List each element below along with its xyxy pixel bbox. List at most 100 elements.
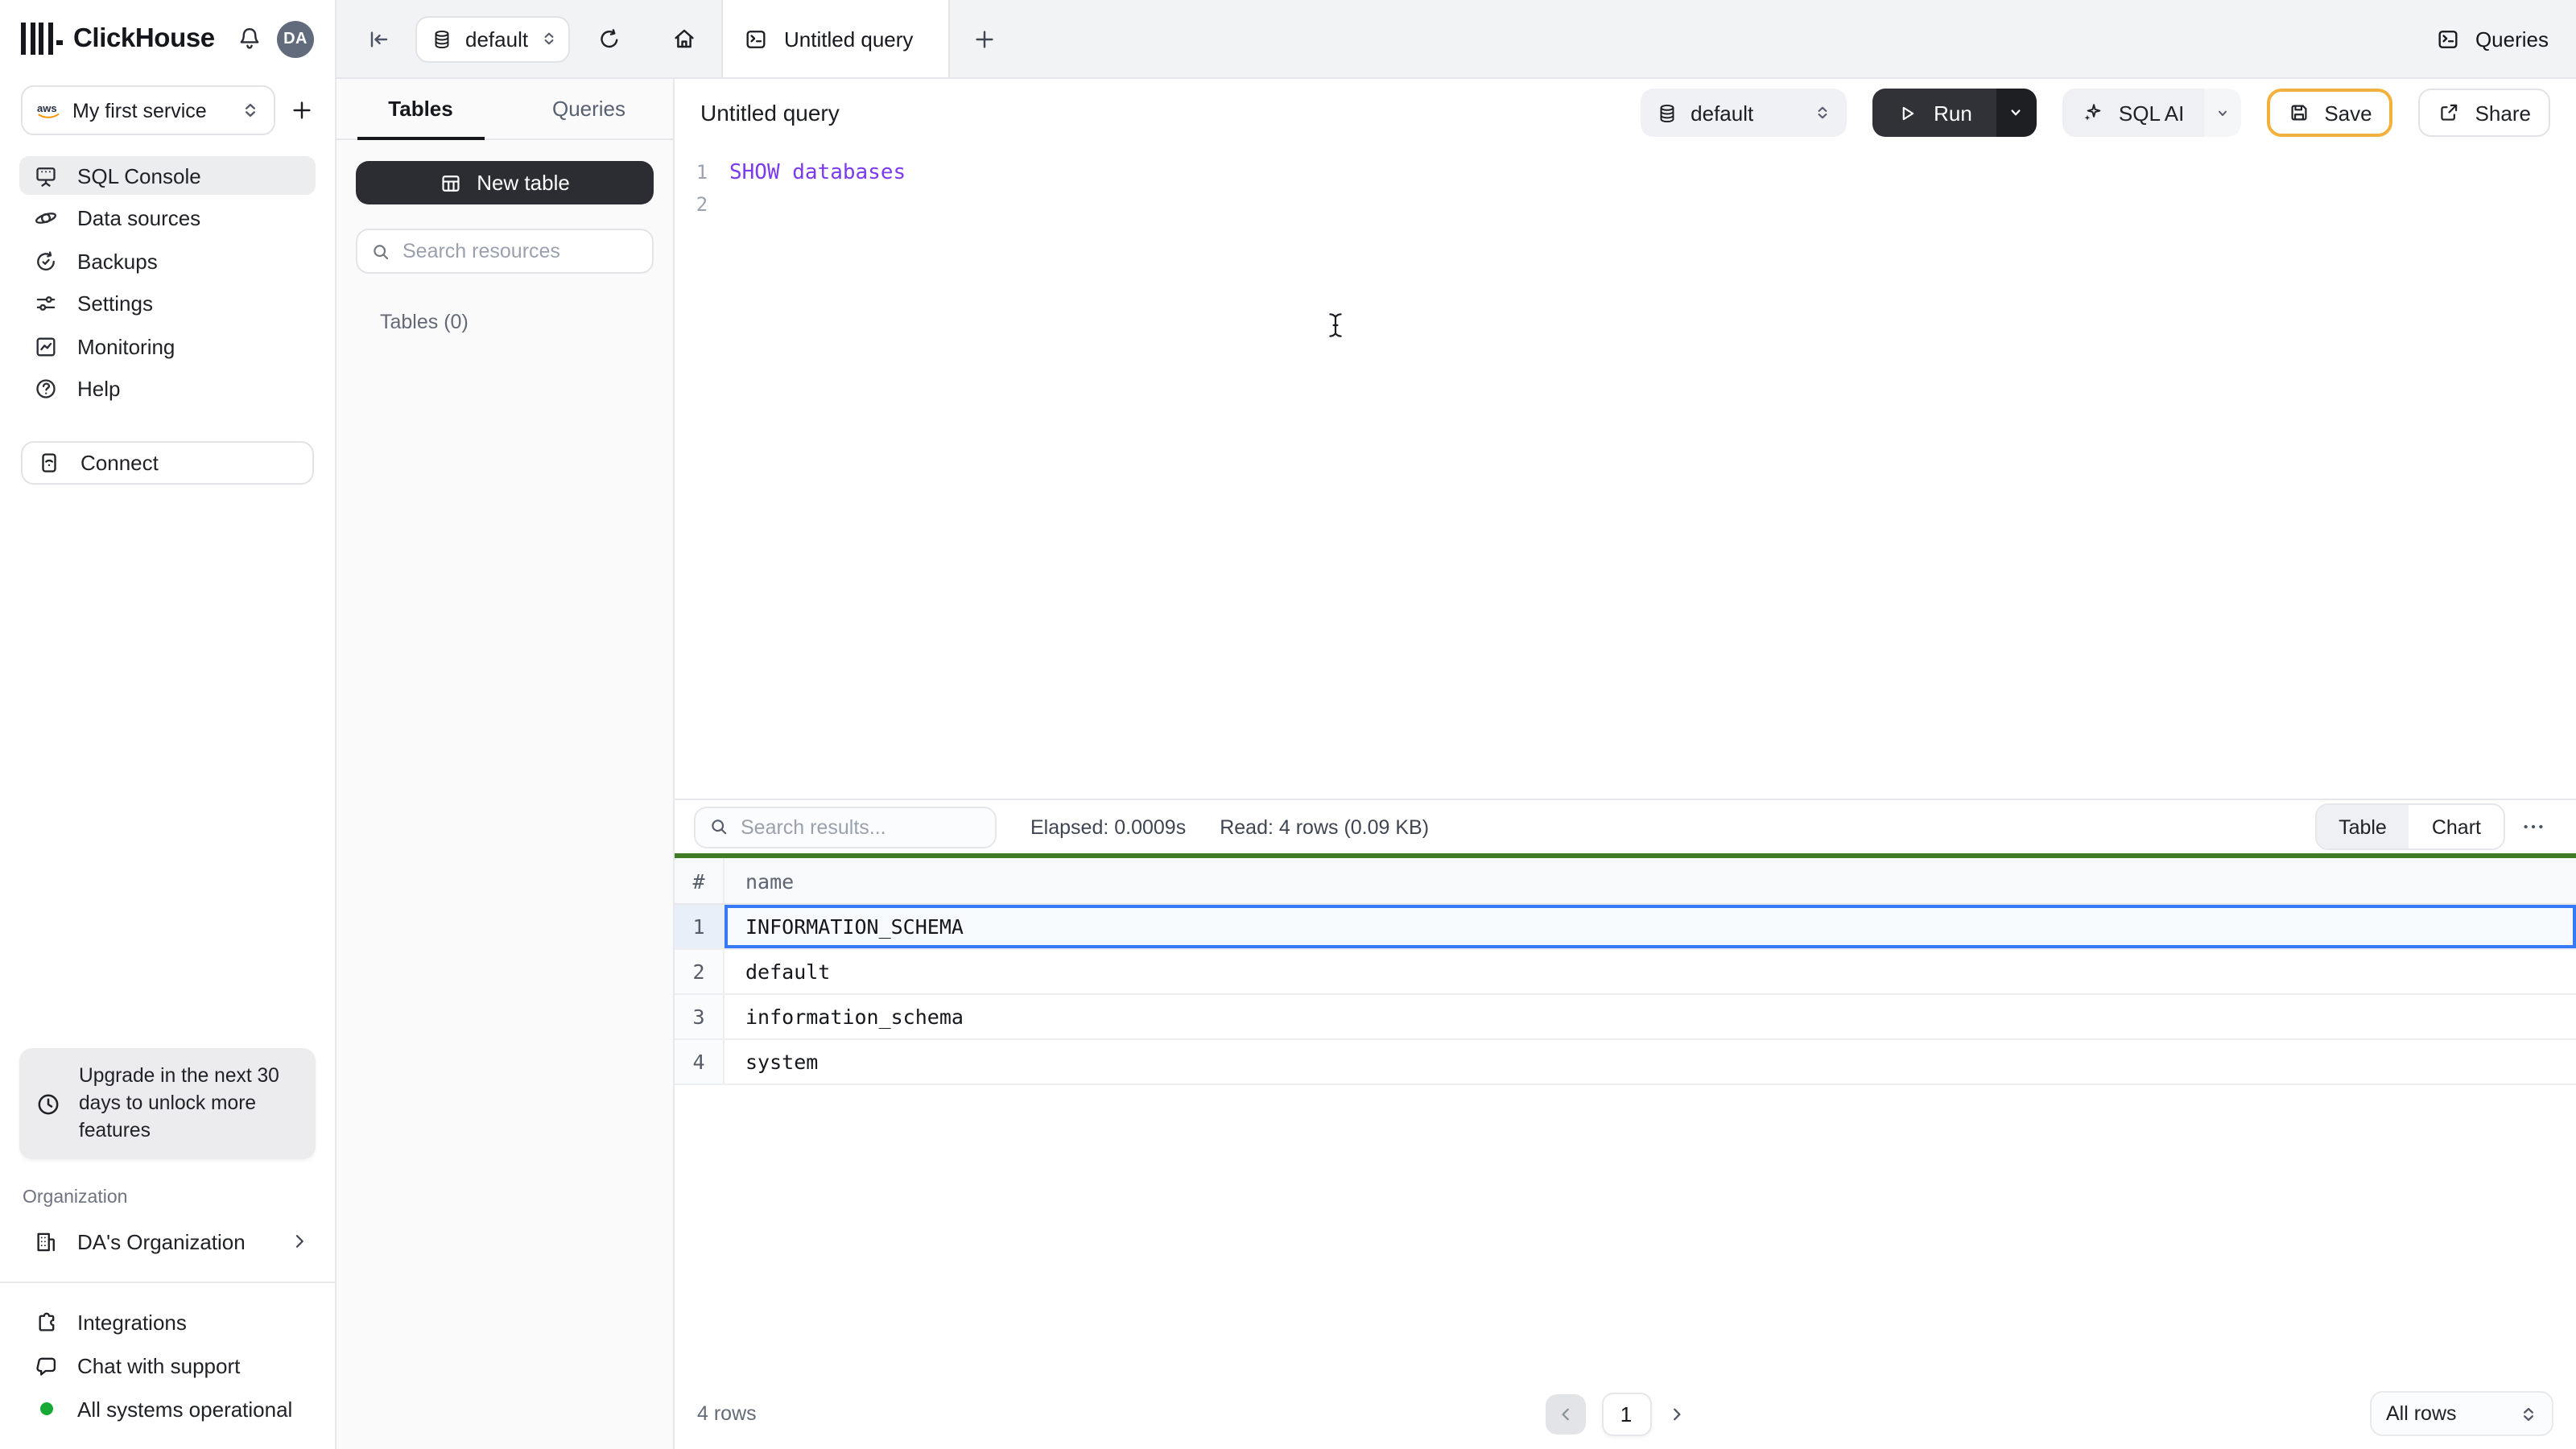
queries-button[interactable]: Queries [2437, 27, 2549, 51]
code-line: 1 SHOW databases [675, 156, 2576, 188]
table-row[interactable]: 2 default [675, 950, 2576, 995]
app-name: ClickHouse [73, 23, 215, 52]
current-page[interactable]: 1 [1601, 1392, 1651, 1435]
page-size-selector[interactable]: All rows [2370, 1391, 2553, 1436]
tab-tables-label: Tables [388, 97, 453, 121]
clock-icon [35, 1091, 61, 1117]
table-row[interactable]: 1 INFORMATION_SCHEMA [675, 905, 2576, 950]
line-number: 1 [696, 161, 708, 184]
svg-text:aws: aws [37, 102, 57, 114]
tab-queries[interactable]: Queries [505, 79, 673, 138]
view-table-label: Table [2339, 815, 2387, 838]
aws-icon: aws [37, 101, 61, 119]
sql-ai-button[interactable]: SQL AI [2062, 89, 2204, 137]
sidebar-item-monitoring[interactable]: Monitoring [19, 327, 316, 365]
sidebar-item-settings[interactable]: Settings [19, 284, 316, 323]
search-results-box [694, 806, 997, 848]
console-monitor-icon [34, 163, 58, 188]
organization-name: DA's Organization [77, 1229, 246, 1253]
sidebar-item-backups[interactable]: Backups [19, 242, 316, 280]
footer-item-label: All systems operational [77, 1397, 293, 1421]
chevron-updown-icon [1814, 105, 1831, 121]
next-page-button[interactable] [1667, 1405, 1685, 1422]
integrations-link[interactable]: Integrations [19, 1301, 316, 1343]
search-resources-input[interactable] [402, 240, 639, 262]
run-options-button[interactable] [1996, 89, 2037, 137]
sparkles-icon [2082, 101, 2104, 124]
sidebar-footer: Integrations Chat with support All syste… [0, 1283, 335, 1449]
new-table-button[interactable]: New table [356, 161, 654, 204]
editor-database-selector[interactable]: default [1641, 89, 1847, 137]
tab-queries-label: Queries [551, 97, 626, 121]
explorer-tabs: Tables Queries [336, 79, 673, 140]
results-toolbar: Elapsed: 0.0009s Read: 4 rows (0.09 KB) … [675, 800, 2576, 853]
database-selector[interactable]: default [415, 15, 570, 62]
sidebar-item-help[interactable]: Help [19, 369, 316, 408]
collapse-sidebar-icon[interactable] [367, 27, 391, 51]
sidebar-item-sql-console[interactable]: SQL Console [19, 156, 316, 195]
table-row[interactable]: 3 information_schema [675, 995, 2576, 1040]
column-header-name[interactable]: name [724, 858, 2576, 903]
upgrade-notice[interactable]: Upgrade in the next 30 days to unlock mo… [19, 1048, 316, 1159]
tab-strip: default Untitled query Queries [336, 0, 2576, 79]
search-icon [708, 816, 729, 837]
chat-support-link[interactable]: Chat with support [19, 1344, 316, 1386]
system-status[interactable]: All systems operational [19, 1388, 316, 1430]
chevron-updown-icon [242, 101, 259, 119]
user-avatar[interactable]: DA [277, 20, 314, 57]
sql-editor[interactable]: 1 SHOW databases 2 [675, 147, 2576, 799]
tab-tables[interactable]: Tables [336, 79, 505, 140]
sidebar-item-data-sources[interactable]: Data sources [19, 199, 316, 237]
query-workspace: Untitled query default Run SQL AI Save S… [675, 79, 2576, 1449]
previous-page-button[interactable] [1545, 1393, 1585, 1434]
share-button[interactable]: Share [2418, 89, 2550, 137]
chat-bubble-icon [34, 1353, 58, 1377]
sql-ai-label: SQL AI [2118, 101, 2185, 125]
sidebar-item-label: SQL Console [77, 163, 201, 188]
line-number: 2 [696, 193, 708, 216]
page-size-label: All rows [2386, 1402, 2457, 1425]
text-cursor-ibeam [1328, 312, 1343, 338]
row-value[interactable]: INFORMATION_SCHEMA [724, 905, 2576, 948]
row-value[interactable]: default [724, 950, 2576, 993]
new-tab-button[interactable] [972, 27, 997, 51]
database-name: default [465, 27, 529, 51]
view-toggle-chart[interactable]: Chart [2409, 805, 2504, 848]
connect-button[interactable]: Connect [21, 440, 314, 484]
column-header-index[interactable]: # [675, 858, 724, 903]
editor-database-name: default [1690, 101, 1754, 125]
share-icon [2438, 101, 2461, 124]
table-row[interactable]: 4 system [675, 1040, 2576, 1085]
row-count: 4 rows [697, 1402, 757, 1425]
row-index: 4 [675, 1040, 724, 1084]
sql-ai-options-button[interactable] [2203, 89, 2241, 137]
view-chart-label: Chart [2431, 815, 2481, 838]
upgrade-notice-text: Upgrade in the next 30 days to unlock mo… [79, 1064, 279, 1142]
row-value[interactable]: information_schema [724, 995, 2576, 1038]
search-results-input[interactable] [741, 815, 982, 838]
add-service-button[interactable] [290, 98, 314, 122]
row-value[interactable]: system [724, 1040, 2576, 1084]
view-toggle-table[interactable]: Table [2316, 805, 2409, 848]
terminal-icon [2437, 27, 2461, 51]
database-icon [1657, 102, 1678, 123]
notifications-bell-icon[interactable] [237, 26, 262, 52]
service-selector[interactable]: aws My first service [21, 85, 275, 135]
view-toggle: Table Chart [2314, 803, 2505, 850]
run-button[interactable]: Run [1872, 89, 1996, 137]
content-row: Tables Queries New table Search resource… [336, 79, 2576, 1449]
home-icon[interactable] [671, 26, 697, 52]
table-grid-icon [440, 171, 462, 194]
tab-untitled-query[interactable]: Untitled query [721, 0, 950, 77]
refresh-icon[interactable] [597, 27, 621, 51]
sidebar: ClickHouse DA aws My first service SQL C… [0, 0, 336, 1449]
save-button[interactable]: Save [2266, 89, 2393, 137]
sidebar-item-label: Help [77, 377, 121, 401]
share-label: Share [2475, 101, 2531, 125]
chevron-right-icon [290, 1232, 309, 1251]
results-menu-icon[interactable] [2521, 815, 2545, 839]
database-icon [431, 28, 452, 49]
right-column: default Untitled query Queries Tables Qu… [336, 0, 2576, 1449]
results-panel: Elapsed: 0.0009s Read: 4 rows (0.09 KB) … [675, 799, 2576, 1449]
organization-selector[interactable]: DA's Organization [19, 1222, 316, 1261]
